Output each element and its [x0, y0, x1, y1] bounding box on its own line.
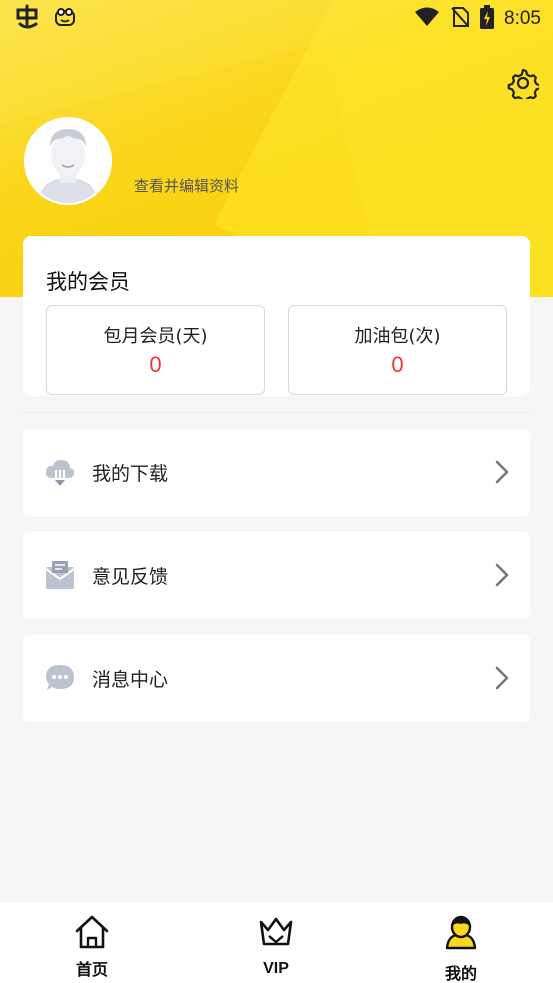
chevron-right-icon — [494, 459, 510, 485]
no-sim-icon — [450, 6, 470, 32]
battery-charging-icon — [480, 5, 495, 33]
nav-vip-label: VIP — [263, 960, 289, 977]
message-bubble-icon — [44, 662, 76, 694]
nav-home[interactable]: 首页 — [32, 902, 152, 983]
user-icon — [443, 914, 479, 950]
status-time: 8:05 — [504, 8, 541, 29]
menu-item-label: 意见反馈 — [92, 566, 169, 588]
home-icon — [74, 914, 110, 950]
feedback-mail-icon — [44, 559, 76, 591]
monthly-membership-box[interactable]: 包月会员(天) 0 — [46, 305, 265, 395]
membership-title: 我的会员 — [46, 270, 130, 294]
boost-pack-box[interactable]: 加油包(次) 0 — [288, 305, 507, 395]
nav-mine[interactable]: 我的 — [401, 902, 521, 983]
edit-profile-link[interactable]: 查看并编辑资料 — [134, 175, 239, 196]
menu-item-downloads[interactable]: 我的下载 — [23, 429, 530, 516]
nav-home-label: 首页 — [75, 960, 108, 979]
avatar[interactable] — [24, 117, 112, 205]
status-bar: 8:05 — [0, 0, 553, 38]
wifi-icon — [414, 7, 440, 31]
bottom-navigation: 首页 VIP 我的 — [0, 902, 553, 983]
nav-vip[interactable]: VIP — [216, 902, 336, 983]
menu-item-label: 消息中心 — [92, 669, 169, 691]
monthly-membership-value: 0 — [149, 352, 162, 377]
crown-icon — [258, 914, 294, 950]
cloud-download-icon — [44, 456, 76, 488]
menu-item-messages[interactable]: 消息中心 — [23, 635, 530, 722]
nav-mine-label: 我的 — [444, 964, 477, 983]
boost-pack-value: 0 — [391, 352, 404, 377]
settings-button[interactable] — [506, 66, 540, 100]
monthly-membership-label: 包月会员(天) — [103, 326, 208, 347]
menu-item-label: 我的下载 — [92, 463, 169, 485]
menu-item-feedback[interactable]: 意见反馈 — [23, 532, 530, 619]
frog-icon — [54, 6, 76, 32]
gear-icon — [507, 68, 539, 99]
chevron-right-icon — [494, 562, 510, 588]
default-avatar-icon — [26, 119, 110, 203]
boost-pack-label: 加油包(次) — [354, 326, 441, 347]
section-divider — [23, 412, 530, 413]
app-logo-icon — [14, 4, 40, 34]
membership-card: 我的会员 包月会员(天) 0 加油包(次) 0 — [23, 236, 530, 396]
chevron-right-icon — [494, 665, 510, 691]
